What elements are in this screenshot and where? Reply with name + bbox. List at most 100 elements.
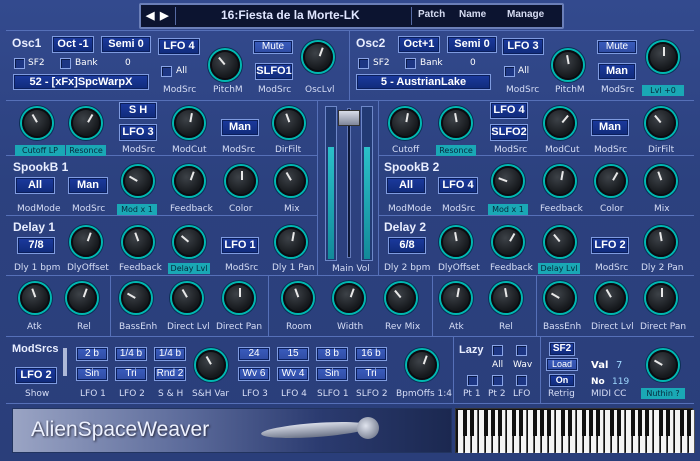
bassenh2-knob[interactable] — [545, 283, 575, 313]
filt1-lfo-button[interactable]: LFO 3 — [119, 124, 157, 141]
black-key[interactable] — [666, 410, 670, 436]
spook1-modsrc-button[interactable]: Man — [68, 177, 108, 194]
lfo3-wave-button[interactable]: Wv 6 — [238, 367, 270, 381]
black-key[interactable] — [484, 410, 488, 436]
sh-rate-button[interactable]: 1/4 b — [154, 347, 186, 361]
black-key[interactable] — [680, 410, 684, 436]
osc1-mute-button[interactable]: Mute — [253, 40, 293, 54]
black-key[interactable] — [512, 410, 516, 436]
filt1-resonance-knob[interactable] — [71, 108, 101, 138]
slfo2-rate-button[interactable]: 16 b — [355, 347, 387, 361]
next-preset-icon[interactable]: ▶ — [160, 9, 168, 22]
env1-atk-knob[interactable] — [20, 283, 50, 313]
osc2-wave-select[interactable]: 5 - AustrianLake — [356, 74, 491, 90]
direct-lvl2-knob[interactable] — [596, 283, 626, 313]
delay1-modsrc-button[interactable]: LFO 1 — [221, 237, 259, 254]
spook1-mod-knob[interactable] — [123, 166, 153, 196]
black-key[interactable] — [533, 410, 537, 436]
lfo2-wave-button[interactable]: Tri — [115, 367, 147, 381]
osc1-sf2-checkbox[interactable] — [14, 58, 25, 69]
osc2-octave-button[interactable]: Oct+1 — [398, 36, 440, 53]
patch-menu[interactable]: Patch — [418, 9, 445, 20]
black-key[interactable] — [582, 410, 586, 436]
delay2-offset-knob[interactable] — [441, 227, 471, 257]
filt2-dirfilt-knob[interactable] — [646, 108, 676, 138]
modsrcs-lfo-button[interactable]: LFO 2 — [15, 367, 57, 384]
black-key[interactable] — [631, 410, 635, 436]
lfo3-rate-button[interactable]: 24 — [238, 347, 270, 361]
delay1-level-knob[interactable] — [174, 227, 204, 257]
spook1-color-knob[interactable] — [226, 166, 256, 196]
black-key[interactable] — [498, 410, 502, 436]
filt1-man-button[interactable]: Man — [221, 119, 259, 136]
bassenh1-knob[interactable] — [121, 283, 151, 313]
delay1-offset-knob[interactable] — [71, 227, 101, 257]
midi-cc-knob[interactable] — [648, 350, 678, 380]
delay2-pan-knob[interactable] — [646, 227, 676, 257]
osc1-wave-select[interactable]: 52 - [xFx]SpcWarpX — [13, 74, 149, 90]
lazy-pt1-checkbox[interactable] — [467, 375, 478, 386]
osc2-modsrc-button[interactable]: LFO 3 — [502, 38, 544, 55]
osc2-osclvl-knob[interactable] — [648, 42, 678, 72]
black-key[interactable] — [645, 410, 649, 436]
black-key[interactable] — [617, 410, 621, 436]
lfo1-rate-button[interactable]: 2 b — [76, 347, 108, 361]
filt2-slfo-button[interactable]: SLFO2 — [490, 124, 528, 141]
black-key[interactable] — [491, 410, 495, 436]
osc1-bank-checkbox[interactable] — [60, 58, 71, 69]
spook1-feedback-knob[interactable] — [174, 166, 204, 196]
spook2-mod-knob[interactable] — [493, 166, 523, 196]
delay1-pan-knob[interactable] — [276, 227, 306, 257]
black-key[interactable] — [547, 410, 551, 436]
preset-name[interactable]: 16:Fiesta de la Morte-LK — [221, 8, 360, 22]
osc1-semi-button[interactable]: Semi 0 — [101, 36, 151, 53]
env1-rel-knob[interactable] — [67, 283, 97, 313]
filt2-modcut-knob[interactable] — [545, 108, 575, 138]
delay2-level-knob[interactable] — [545, 227, 575, 257]
delay2-bpm-button[interactable]: 6/8 — [388, 237, 426, 254]
osc2-man-button[interactable]: Man — [598, 63, 636, 80]
sh-var-knob[interactable] — [196, 350, 226, 380]
filt2-cutoff-knob[interactable] — [390, 108, 420, 138]
black-key[interactable] — [519, 410, 523, 436]
spook1-mix-knob[interactable] — [276, 166, 306, 196]
black-key[interactable] — [463, 410, 467, 436]
black-key[interactable] — [540, 410, 544, 436]
osc1-osclvl-knob[interactable] — [303, 42, 333, 72]
osc2-semi-button[interactable]: Semi 0 — [447, 36, 497, 53]
spook2-feedback-knob[interactable] — [545, 166, 575, 196]
env2-rel-knob[interactable] — [491, 283, 521, 313]
manage-menu[interactable]: Manage — [507, 9, 544, 20]
black-key[interactable] — [589, 410, 593, 436]
filt1-modcut-knob[interactable] — [174, 108, 204, 138]
osc2-all-checkbox[interactable] — [504, 66, 515, 77]
width-knob[interactable] — [334, 283, 364, 313]
spook2-modsrc-button[interactable]: LFO 4 — [438, 177, 478, 194]
delay1-feedback-knob[interactable] — [123, 227, 153, 257]
direct-lvl1-knob[interactable] — [172, 283, 202, 313]
osc1-pitchm-knob[interactable] — [210, 50, 240, 80]
black-key[interactable] — [687, 410, 691, 436]
osc1-slfo-button[interactable]: SLFO1 — [255, 63, 293, 80]
osc1-modsrc-button[interactable]: LFO 4 — [158, 38, 200, 55]
room-knob[interactable] — [283, 283, 313, 313]
black-key[interactable] — [596, 410, 600, 436]
delay1-bpm-button[interactable]: 7/8 — [17, 237, 55, 254]
spook2-mix-knob[interactable] — [646, 166, 676, 196]
delay2-modsrc-button[interactable]: LFO 2 — [591, 237, 629, 254]
rev-mix-knob[interactable] — [386, 283, 416, 313]
black-key[interactable] — [568, 410, 572, 436]
lfo4-rate-button[interactable]: 15 — [277, 347, 309, 361]
modsrcs-scrollbar[interactable] — [63, 348, 67, 376]
load-button[interactable]: Load — [546, 358, 578, 371]
retrig-on-button[interactable]: On — [549, 374, 575, 387]
osc1-octave-button[interactable]: Oct -1 — [52, 36, 94, 53]
lfo2-rate-button[interactable]: 1/4 b — [115, 347, 147, 361]
piano-keyboard[interactable] — [455, 408, 695, 453]
black-key[interactable] — [561, 410, 565, 436]
osc2-pitchm-knob[interactable] — [553, 50, 583, 80]
filt1-sh-button[interactable]: S H — [119, 102, 157, 119]
filt2-resonance-knob[interactable] — [441, 108, 471, 138]
sf2-button[interactable]: SF2 — [549, 342, 575, 356]
main-vol-slider[interactable] — [338, 110, 360, 126]
